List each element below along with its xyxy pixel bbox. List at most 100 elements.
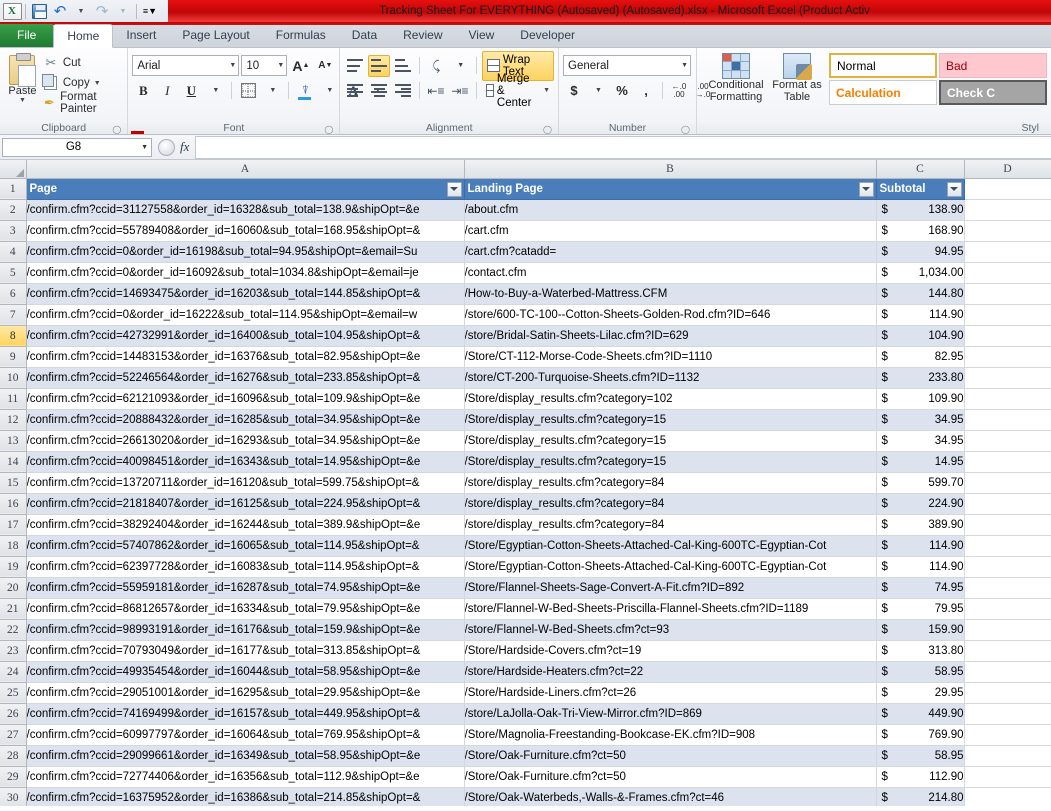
cell-empty[interactable] [964,577,1051,598]
row-header[interactable]: 21 [0,598,26,619]
cell-subtotal[interactable]: $29.95 [876,682,964,703]
select-all-corner[interactable] [0,160,26,178]
cell-empty[interactable] [964,514,1051,535]
cell-subtotal[interactable]: $34.95 [876,409,964,430]
row-header[interactable]: 11 [0,388,26,409]
cell-page[interactable]: /confirm.cfm?ccid=0&order_id=16222&sub_t… [26,304,464,325]
cell-landing-page[interactable]: /Store/Hardside-Liners.cfm?ct=26 [464,682,876,703]
cell-subtotal[interactable]: $104.90 [876,325,964,346]
cell-landing-page[interactable]: /store/Flannel-W-Bed-Sheets-Priscilla-Fl… [464,598,876,619]
cut-button[interactable]: ✂ Cut [43,53,123,73]
table-row[interactable]: 18/confirm.cfm?ccid=57407862&order_id=16… [0,535,1051,556]
cell-subtotal[interactable]: $1,034.00 [876,262,964,283]
cell-page[interactable]: /confirm.cfm?ccid=0&order_id=16198&sub_t… [26,241,464,262]
cell-subtotal[interactable]: $109.90 [876,388,964,409]
row-header[interactable]: 2 [0,199,26,220]
row-header[interactable]: 8 [0,325,26,346]
cell-landing-page[interactable]: /store/Flannel-W-Bed-Sheets.cfm?ct=93 [464,619,876,640]
cell-subtotal[interactable]: $168.90 [876,220,964,241]
cell-empty[interactable] [964,619,1051,640]
row-header[interactable]: 18 [0,535,26,556]
cell-empty[interactable] [964,472,1051,493]
cell-page[interactable]: /confirm.cfm?ccid=57407862&order_id=1606… [26,535,464,556]
cell-page[interactable]: /confirm.cfm?ccid=26613020&order_id=1629… [26,430,464,451]
cell-landing-page[interactable]: /Store/Oak-Furniture.cfm?ct=50 [464,745,876,766]
cell-empty[interactable] [964,598,1051,619]
row-header[interactable]: 23 [0,640,26,661]
cell-landing-page[interactable]: /store/display_results.cfm?category=84 [464,493,876,514]
format-painter-button[interactable]: ✒ Format Painter [43,93,123,113]
cell-subtotal[interactable]: $74.95 [876,577,964,598]
row-header[interactable]: 6 [0,283,26,304]
align-left-button[interactable] [344,80,366,102]
dialog-launcher-icon[interactable]: ◯ [112,125,121,134]
table-header-subtotal[interactable]: Subtotal [876,178,964,199]
cell-landing-page[interactable]: /Store/display_results.cfm?category=15 [464,430,876,451]
cell-subtotal[interactable]: $599.70 [876,472,964,493]
chevron-down-icon[interactable]: ▼ [19,97,26,104]
row-header[interactable]: 17 [0,514,26,535]
cell-empty[interactable] [964,262,1051,283]
cell-subtotal[interactable]: $389.90 [876,514,964,535]
cell-subtotal[interactable]: $144.80 [876,283,964,304]
grow-font-button[interactable]: A▲ [289,55,312,77]
cell-subtotal[interactable]: $114.90 [876,535,964,556]
cell-landing-page[interactable]: /store/display_results.cfm?category=84 [464,472,876,493]
cell-landing-page[interactable]: /Store/Flannel-Sheets-Sage-Convert-A-Fit… [464,577,876,598]
cell-page[interactable]: /confirm.cfm?ccid=55959181&order_id=1628… [26,577,464,598]
row-header[interactable]: 7 [0,304,26,325]
formula-bar-buttons[interactable]: fx [152,139,195,156]
dialog-launcher-icon[interactable]: ◯ [543,125,552,134]
increase-indent-button[interactable]: ⇥≡ [449,80,471,102]
orientation-button[interactable]: ⤹ [425,55,447,77]
table-row[interactable]: 29/confirm.cfm?ccid=72774406&order_id=16… [0,766,1051,787]
column-header-a[interactable]: A [26,160,464,178]
table-row[interactable]: 9/confirm.cfm?ccid=14483153&order_id=163… [0,346,1051,367]
cell-subtotal[interactable]: $114.90 [876,556,964,577]
cell-subtotal[interactable]: $313.80 [876,640,964,661]
cell-d1[interactable] [964,178,1051,199]
table-row[interactable]: 25/confirm.cfm?ccid=29051001&order_id=16… [0,682,1051,703]
fill-color-button[interactable]: ⍒ [294,80,316,102]
cell-page[interactable]: /confirm.cfm?ccid=31127558&order_id=1632… [26,199,464,220]
chevron-down-icon[interactable]: ▼ [273,62,284,69]
ribbon-tab-bar[interactable]: File Home Insert Page Layout Formulas Da… [0,22,1051,48]
tab-home[interactable]: Home [53,24,113,48]
align-center-button[interactable] [368,80,390,102]
row-header[interactable]: 29 [0,766,26,787]
cell-page[interactable]: /confirm.cfm?ccid=62121093&order_id=1609… [26,388,464,409]
cell-empty[interactable] [964,682,1051,703]
dialog-launcher-icon[interactable]: ◯ [681,125,690,134]
table-row[interactable]: 5/confirm.cfm?ccid=0&order_id=16092&sub_… [0,262,1051,283]
cell-page[interactable]: /confirm.cfm?ccid=21818407&order_id=1612… [26,493,464,514]
undo-icon[interactable]: ↶ [50,1,70,21]
table-row[interactable]: 6/confirm.cfm?ccid=14693475&order_id=162… [0,283,1051,304]
cell-style-bad[interactable]: Bad [939,53,1047,78]
cell-subtotal[interactable]: $159.90 [876,619,964,640]
chevron-down-icon[interactable]: ▼ [94,80,101,87]
table-header-page[interactable]: Page [26,178,464,199]
cell-subtotal[interactable]: $58.95 [876,745,964,766]
cell-empty[interactable] [964,220,1051,241]
table-row[interactable]: 7/confirm.cfm?ccid=0&order_id=16222&sub_… [0,304,1051,325]
cell-page[interactable]: /confirm.cfm?ccid=62397728&order_id=1608… [26,556,464,577]
cell-subtotal[interactable]: $82.95 [876,346,964,367]
cell-subtotal[interactable]: $79.95 [876,598,964,619]
table-row[interactable]: 14/confirm.cfm?ccid=40098451&order_id=16… [0,451,1051,472]
cell-page[interactable]: /confirm.cfm?ccid=13720711&order_id=1612… [26,472,464,493]
cell-landing-page[interactable]: /How-to-Buy-a-Waterbed-Mattress.CFM [464,283,876,304]
column-header-d[interactable]: D [964,160,1051,178]
chevron-down-icon[interactable]: ▼ [225,62,236,69]
table-row[interactable]: 21/confirm.cfm?ccid=86812657&order_id=16… [0,598,1051,619]
cell-empty[interactable] [964,493,1051,514]
cell-empty[interactable] [964,703,1051,724]
accounting-format-button[interactable]: $ [563,80,585,102]
tab-developer[interactable]: Developer [507,24,588,47]
number-format-combo[interactable]: General ▼ [563,55,691,76]
comma-format-button[interactable]: , [635,80,657,102]
row-header[interactable]: 16 [0,493,26,514]
tab-view[interactable]: View [456,24,508,47]
tab-page-layout[interactable]: Page Layout [169,24,262,47]
table-row[interactable]: 20/confirm.cfm?ccid=55959181&order_id=16… [0,577,1051,598]
font-size-combo[interactable]: 10 ▼ [241,55,287,76]
